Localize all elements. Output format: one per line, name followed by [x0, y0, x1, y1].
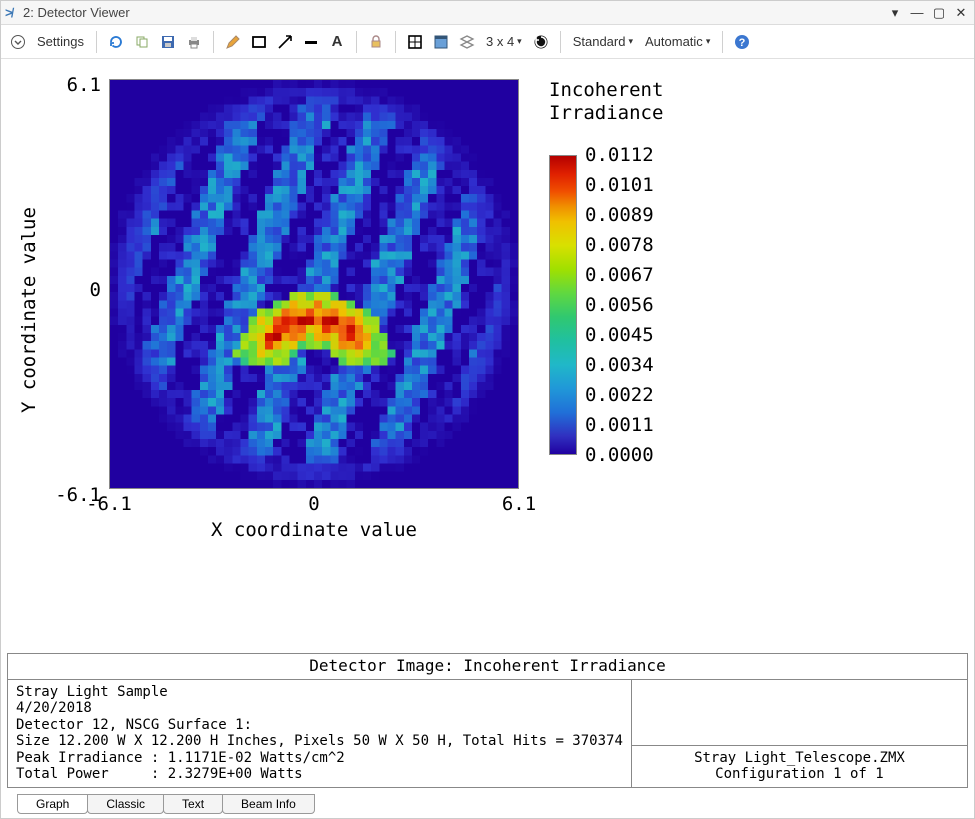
- tab-classic[interactable]: Classic: [87, 794, 164, 814]
- x-tick: 6.1: [502, 493, 536, 515]
- colorbar-tick: 0.0101: [585, 174, 654, 196]
- layers-icon[interactable]: [456, 31, 478, 53]
- fit-window-icon[interactable]: [404, 31, 426, 53]
- colorbar-tick: 0.0034: [585, 354, 654, 376]
- line-weight-icon[interactable]: [300, 31, 322, 53]
- reset-rotation-icon[interactable]: [530, 31, 552, 53]
- text-tool-icon[interactable]: A: [326, 31, 348, 53]
- colorbar-tick: 0.0022: [585, 384, 654, 406]
- x-tick: -6.1: [86, 493, 132, 515]
- y-axis-ticks: 6.1 0 -6.1: [49, 69, 109, 551]
- info-panel: Detector Image: Incoherent Irradiance St…: [7, 653, 968, 788]
- titlebar: ≯ 2: Detector Viewer ▾ — ▢ ✕: [1, 1, 974, 25]
- colorbar-tick: 0.0078: [585, 234, 654, 256]
- window-title: Detector Viewer: [37, 5, 129, 20]
- window-layout-icon[interactable]: [430, 31, 452, 53]
- info-right-empty: [632, 680, 967, 746]
- colorbar-legend: Incoherent Irradiance 0.0112 0.0101 0.0089…: [549, 79, 665, 551]
- info-text: Stray Light Sample 4/20/2018 Detector 12…: [8, 680, 632, 787]
- colorbar-tick: 0.0067: [585, 264, 654, 286]
- chevron-down-icon: ▾: [517, 36, 522, 47]
- rectangle-tool-icon[interactable]: [248, 31, 270, 53]
- minimize-icon[interactable]: —: [908, 4, 926, 22]
- x-axis-ticks: -6.1 0 6.1: [109, 489, 519, 515]
- y-tick: 6.1: [67, 74, 101, 96]
- chevron-down-icon: ▾: [706, 36, 711, 47]
- colorbar-tick: 0.0045: [585, 324, 654, 346]
- grid-size-button[interactable]: 3 x 4▾: [482, 34, 526, 49]
- arrow-tool-icon[interactable]: [274, 31, 296, 53]
- y-tick: 0: [90, 279, 101, 301]
- x-tick: 0: [308, 493, 319, 515]
- app-icon: ≯: [5, 5, 19, 20]
- automatic-dropdown[interactable]: Automatic▾: [641, 34, 714, 49]
- bottom-tabs: GraphClassicTextBeam Info: [1, 792, 974, 818]
- colorbar-tick: 0.0112: [585, 144, 654, 166]
- lock-icon[interactable]: [365, 31, 387, 53]
- chevron-down-icon: ▾: [628, 36, 633, 47]
- pencil-icon[interactable]: [222, 31, 244, 53]
- tab-text[interactable]: Text: [163, 794, 223, 814]
- colorbar-tick: 0.0000: [585, 444, 654, 466]
- tab-beam-info[interactable]: Beam Info: [222, 794, 315, 814]
- expand-toggle-icon[interactable]: [7, 31, 29, 53]
- colorbar-tick: 0.0011: [585, 414, 654, 436]
- window-index: 2:: [23, 5, 34, 20]
- standard-dropdown[interactable]: Standard▾: [569, 34, 637, 49]
- toolbar: Settings A 3 x 4▾ Standard▾ Automa: [1, 25, 974, 59]
- colorbar-ticks: 0.01120.01010.00890.00780.00670.00560.00…: [585, 155, 665, 455]
- svg-text:?: ?: [739, 37, 746, 49]
- refresh-icon[interactable]: [105, 31, 127, 53]
- colorbar-tick: 0.0056: [585, 294, 654, 316]
- settings-button[interactable]: Settings: [33, 34, 88, 49]
- copy-icon[interactable]: [131, 31, 153, 53]
- maximize-icon[interactable]: ▢: [930, 4, 948, 22]
- tab-graph[interactable]: Graph: [17, 794, 88, 814]
- info-config: Stray Light_Telescope.ZMX Configuration …: [632, 746, 967, 787]
- y-axis-label: Y coordinate value: [9, 69, 49, 551]
- close-icon[interactable]: ✕: [952, 4, 970, 22]
- dropdown-window-icon[interactable]: ▾: [886, 4, 904, 22]
- colorbar: [549, 155, 577, 455]
- help-icon[interactable]: ?: [731, 31, 753, 53]
- x-axis-label: X coordinate value: [109, 515, 519, 551]
- print-icon[interactable]: [183, 31, 205, 53]
- plot-area: Y coordinate value 6.1 0 -6.1 -6.1 0 6.1…: [1, 59, 974, 649]
- colorbar-tick: 0.0089: [585, 204, 654, 226]
- heatmap-plot[interactable]: [109, 79, 519, 489]
- info-panel-title: Detector Image: Incoherent Irradiance: [8, 654, 967, 679]
- save-icon[interactable]: [157, 31, 179, 53]
- legend-title: Incoherent Irradiance: [549, 79, 665, 125]
